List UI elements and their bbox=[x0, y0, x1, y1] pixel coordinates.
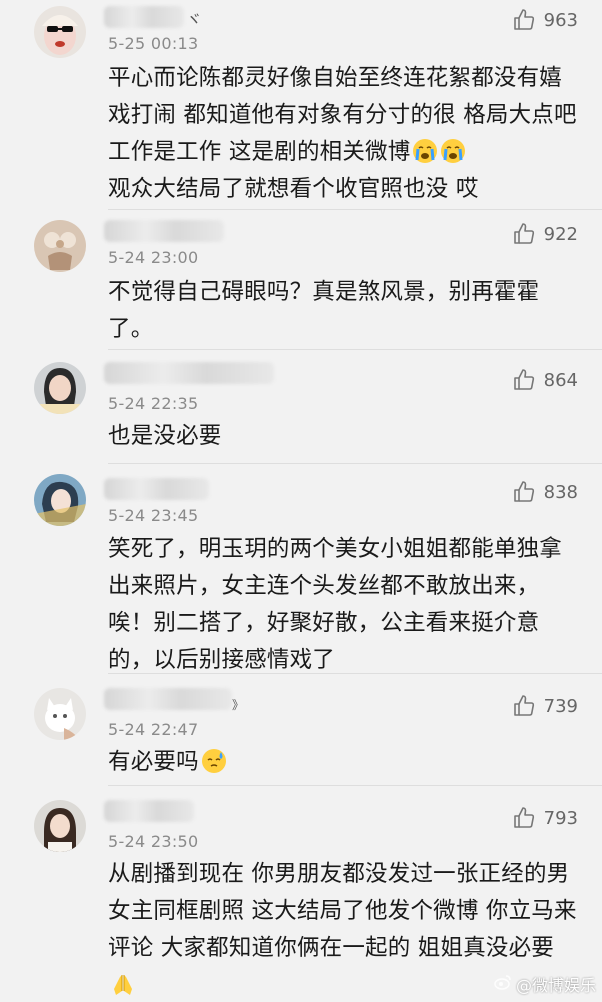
like-count: 793 bbox=[543, 807, 578, 829]
weibo-logo-icon bbox=[494, 974, 512, 994]
comment-time: 5-24 23:45 bbox=[108, 506, 199, 525]
comment-text: 不觉得自己碍眼吗？真是煞风景，别再霍霍了。 bbox=[108, 279, 540, 342]
comment-item: 5-24 22:35 864 也是没必要 bbox=[0, 350, 602, 464]
comment-text: 平心而论陈都灵好像自始至终连花絮都没有嬉戏打闹 都知道他有对象有分寸的很 格局大… bbox=[108, 65, 577, 202]
like-button[interactable]: 864 bbox=[512, 368, 578, 392]
crying-emoji-icon bbox=[412, 138, 438, 164]
thumbs-up-icon bbox=[512, 694, 536, 718]
username-blurred[interactable] bbox=[104, 688, 232, 710]
comment-time: 5-24 23:50 bbox=[108, 832, 199, 851]
avatar[interactable] bbox=[34, 6, 86, 58]
thumbs-up-icon bbox=[512, 8, 536, 32]
comment-item: 5-24 23:00 922 不觉得自己碍眼吗？真是煞风景，别再霍霍了。 bbox=[0, 210, 602, 350]
avatar[interactable] bbox=[34, 220, 86, 272]
like-count: 922 bbox=[543, 223, 578, 245]
comment-time: 5-24 22:35 bbox=[108, 394, 199, 413]
thumbs-up-icon bbox=[512, 368, 536, 392]
watermark: @微博娱乐 bbox=[494, 972, 596, 996]
like-button[interactable]: 838 bbox=[512, 480, 578, 504]
sweat-emoji-icon bbox=[201, 748, 227, 774]
username-blurred[interactable] bbox=[104, 362, 274, 384]
avatar[interactable] bbox=[34, 800, 86, 852]
comment-item: 》 5-24 22:47 739 有必要吗 bbox=[0, 674, 602, 786]
comment-time: 5-24 23:00 bbox=[108, 248, 199, 267]
like-count: 864 bbox=[543, 369, 578, 391]
crying-emoji-icon bbox=[440, 138, 466, 164]
thumbs-up-icon bbox=[512, 806, 536, 830]
username-blurred[interactable] bbox=[104, 800, 194, 822]
username-blurred[interactable] bbox=[104, 220, 224, 242]
comment-time: 5-24 22:47 bbox=[108, 720, 199, 739]
like-button[interactable]: 963 bbox=[512, 8, 578, 32]
username-blurred[interactable] bbox=[104, 6, 184, 28]
avatar[interactable] bbox=[34, 362, 86, 414]
like-button[interactable]: 922 bbox=[512, 222, 578, 246]
comment-time: 5-25 00:13 bbox=[108, 34, 199, 53]
avatar[interactable] bbox=[34, 688, 86, 740]
like-button[interactable]: 793 bbox=[512, 806, 578, 830]
avatar[interactable] bbox=[34, 474, 86, 526]
comment-list: ヾ 5-25 00:13 963 平心而论陈都灵好像自始至终连花絮都没有嬉戏打闹… bbox=[0, 0, 602, 1002]
comment-item: 5-24 23:50 793 从剧播到现在 你男朋友都没发过一张正经的男女主同框… bbox=[0, 786, 602, 1002]
comment-item: 5-24 23:45 838 笑死了，明玉玥的两个美女小姐姐都能单独拿出来照片，… bbox=[0, 464, 602, 674]
comment-text: 笑死了，明玉玥的两个美女小姐姐都能单独拿出来照片，女主连个头发丝都不敢放出来，唉… bbox=[108, 536, 563, 673]
like-button[interactable]: 739 bbox=[512, 694, 578, 718]
like-count: 963 bbox=[543, 9, 578, 31]
comment-text: 也是没必要 bbox=[108, 423, 222, 449]
watermark-text: @微博娱乐 bbox=[515, 976, 596, 995]
comment-item: ヾ 5-25 00:13 963 平心而论陈都灵好像自始至终连花絮都没有嬉戏打闹… bbox=[0, 0, 602, 210]
comment-text: 有必要吗 bbox=[108, 744, 578, 781]
username-suffix: 》 bbox=[232, 698, 245, 712]
like-count: 739 bbox=[543, 695, 578, 717]
thumbs-up-icon bbox=[512, 480, 536, 504]
pray-emoji-icon bbox=[110, 971, 136, 997]
username-blurred[interactable] bbox=[104, 478, 209, 500]
username-suffix: ヾ bbox=[186, 10, 203, 29]
thumbs-up-icon bbox=[512, 222, 536, 246]
like-count: 838 bbox=[543, 481, 578, 503]
